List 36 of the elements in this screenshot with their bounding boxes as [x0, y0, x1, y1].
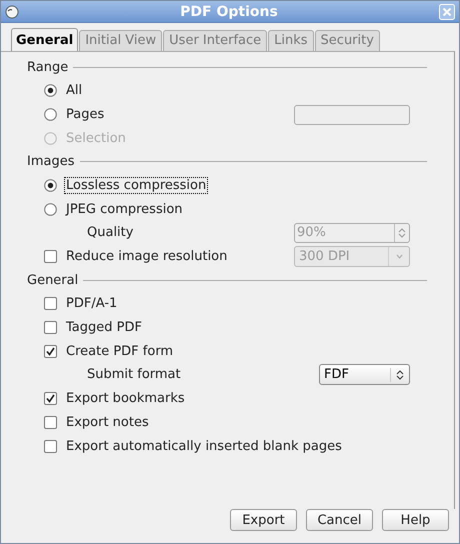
- option-label[interactable]: Create PDF form: [64, 342, 176, 360]
- option-label[interactable]: Lossless compression: [64, 176, 208, 194]
- option-label[interactable]: Pages: [64, 106, 106, 124]
- format-select[interactable]: FDF: [319, 364, 410, 386]
- dialog-button[interactable]: Help: [382, 509, 449, 531]
- section-title: Range: [27, 60, 68, 75]
- option-label[interactable]: PDF/A-1: [64, 294, 120, 312]
- checkbox[interactable]: [44, 416, 57, 429]
- app-icon[interactable]: [5, 4, 19, 18]
- checkbox[interactable]: [44, 320, 57, 334]
- option-label[interactable]: Export automatically inserted blank pages: [64, 438, 344, 455]
- option-label[interactable]: Export bookmarks: [64, 390, 187, 408]
- radio-button[interactable]: [44, 178, 57, 192]
- radio-button[interactable]: [44, 84, 57, 98]
- radio-button[interactable]: [44, 108, 57, 122]
- spin-arrows-icon: [396, 368, 404, 381]
- checkbox[interactable]: [44, 344, 57, 358]
- window-title: PDF Options: [179, 4, 279, 20]
- section-title: General: [27, 272, 78, 288]
- section-title: Images: [27, 154, 74, 170]
- checkbox[interactable]: [44, 440, 57, 453]
- dialog-button[interactable]: Cancel: [306, 509, 373, 531]
- radio-button[interactable]: [44, 202, 57, 216]
- checkbox[interactable]: [44, 392, 57, 406]
- option-label[interactable]: Tagged PDF: [64, 318, 144, 336]
- field-label: Quality: [86, 224, 134, 242]
- option-label[interactable]: Export notes: [64, 414, 151, 431]
- checkbox[interactable]: [44, 250, 57, 264]
- dialog-button[interactable]: Export: [230, 509, 297, 531]
- caret-icon: [396, 254, 402, 260]
- option-label[interactable]: Reduce image resolution: [64, 248, 230, 266]
- option-label[interactable]: JPEG compression: [64, 200, 185, 218]
- field-label: Submit format: [86, 366, 182, 384]
- option-label[interactable]: All: [64, 82, 84, 100]
- checkbox[interactable]: [44, 296, 57, 310]
- tab[interactable]: General: [11, 28, 78, 51]
